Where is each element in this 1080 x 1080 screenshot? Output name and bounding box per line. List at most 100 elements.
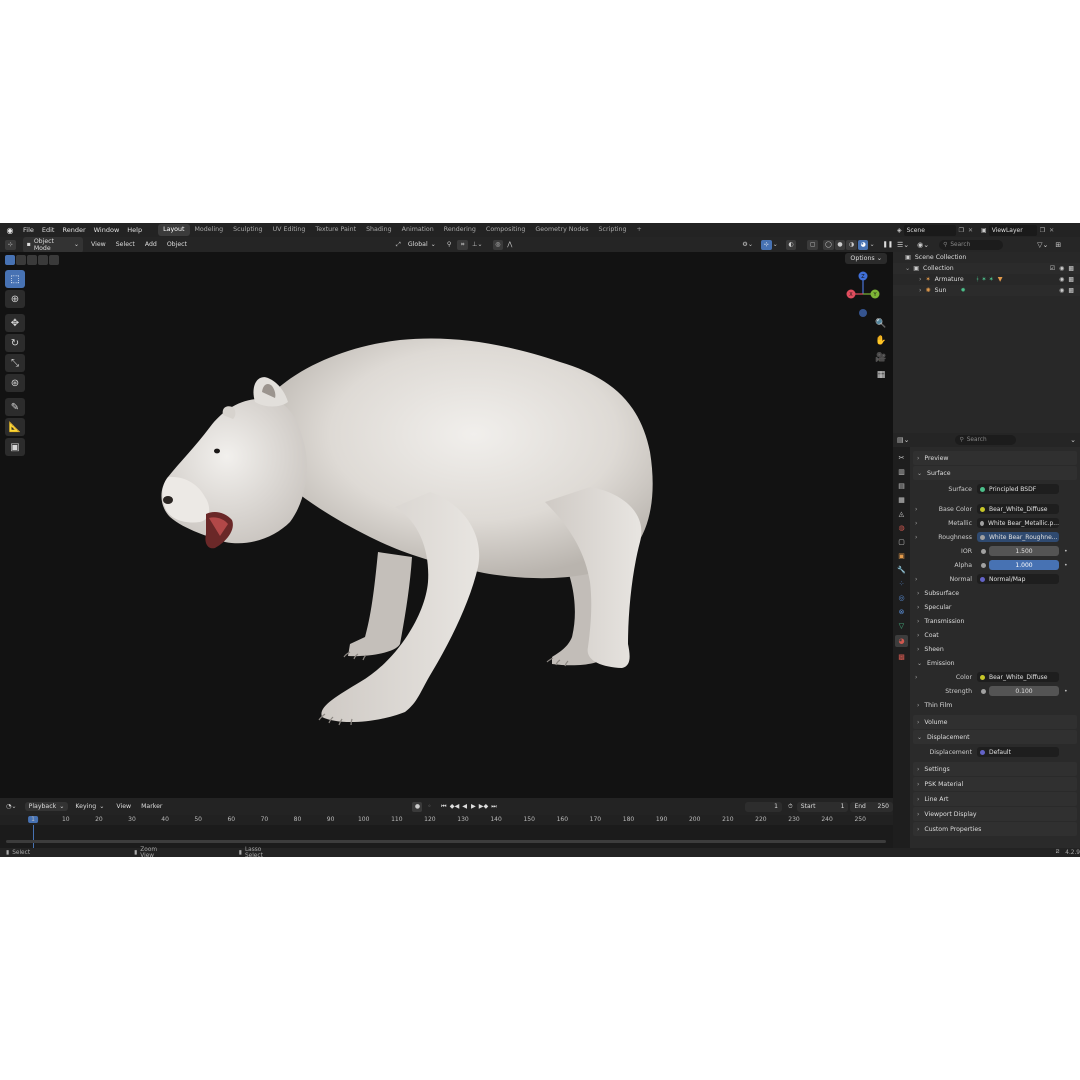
timeline-area[interactable]: 1 10 20 30 40 50 60 70 80 90 100 110 120 130 140 150 160… — [0, 815, 893, 848]
new-viewlayer-icon[interactable]: ❐ — [1040, 227, 1045, 234]
chevron-right-icon[interactable]: › — [915, 674, 917, 681]
gizmo-dropdown-icon[interactable]: ⌄ — [773, 241, 778, 248]
world-tab-icon[interactable]: ◍ — [897, 523, 906, 532]
auto-keying-icon[interactable]: ● — [412, 801, 423, 812]
ior-slider[interactable]: 1.500 — [989, 546, 1059, 556]
section-settings[interactable]: › Settings — [913, 762, 1077, 776]
pause-render-icon[interactable]: ❚❚ — [883, 241, 893, 248]
data-tab-icon[interactable]: ▽ — [897, 621, 906, 630]
add-workspace-icon[interactable]: + — [632, 224, 647, 236]
alpha-slider[interactable]: 1.000 — [989, 560, 1059, 570]
proportional-edit-icon[interactable]: ◎ — [492, 239, 504, 250]
section-volume[interactable]: › Volume — [913, 715, 1077, 729]
texture-tab-icon[interactable]: ▩ — [897, 652, 906, 661]
tab-scripting[interactable]: Scripting — [594, 224, 632, 236]
timeline-menu-view[interactable]: View — [111, 803, 136, 810]
roughness-texture-field[interactable]: White Bear_Roughne... — [977, 532, 1059, 542]
blender-logo-icon[interactable]: ◉ — [3, 223, 17, 237]
tab-rendering[interactable]: Rendering — [439, 224, 481, 236]
constraints-tab-icon[interactable]: ⊗ — [897, 607, 906, 616]
overlay-toggle-icon[interactable]: ◐ — [785, 239, 797, 250]
subsection-subsurface[interactable]: › Subsurface — [913, 586, 1077, 600]
pivot-icon[interactable]: ⚲ — [447, 241, 452, 248]
keyframe-dot-icon[interactable]: • — [1064, 688, 1068, 695]
menu-render[interactable]: Render — [58, 223, 89, 237]
keying-dropdown[interactable]: Keying ⌄ — [71, 802, 108, 811]
chevron-right-icon[interactable]: › — [919, 287, 921, 294]
chevron-right-icon[interactable]: › — [915, 520, 917, 527]
3d-viewport[interactable]: ⬚ ⊕ ✥ ↻ ⤡ ⊛ ✎ 📐 ▣ Options ⌄ Z Y X 🔍 ✋ 🎥 … — [0, 252, 893, 798]
section-preview[interactable]: › Preview — [913, 451, 1077, 465]
tab-layout[interactable]: Layout — [158, 224, 190, 236]
close-scene-icon[interactable]: ✕ — [968, 227, 973, 234]
subsection-emission[interactable]: ⌄ Emission — [913, 656, 1077, 670]
particles-tab-icon[interactable]: ⁘ — [897, 579, 906, 588]
chevron-right-icon[interactable]: › — [915, 534, 917, 541]
emission-color-field[interactable]: Bear_White_Diffuse — [977, 672, 1059, 682]
chevron-right-icon[interactable]: › — [919, 276, 921, 283]
tab-geometry-nodes[interactable]: Geometry Nodes — [530, 224, 593, 236]
snap-target-icon[interactable]: ⊥⌄ — [472, 241, 483, 248]
play-icon[interactable]: ▶ — [471, 803, 476, 810]
outliner-row-sun[interactable]: › ✺ Sun ✹ ◉ ▩ — [893, 285, 1080, 296]
snap-icon[interactable]: ⌗ — [457, 239, 469, 250]
play-reverse-icon[interactable]: ◀ — [462, 803, 467, 810]
collection-tab-icon[interactable]: ▢ — [897, 537, 906, 546]
keyframe-type-icon[interactable]: ◦ — [427, 803, 431, 810]
outliner-row-armature[interactable]: › ✶ Armature ᚼ ✶ ✶ ▼ ◉ ▩ — [893, 274, 1080, 285]
filter-icon[interactable]: ▽⌄ — [1037, 241, 1048, 249]
camera-icon[interactable]: ▩ — [1068, 276, 1074, 283]
display-mode-icon[interactable]: ◉⌄ — [917, 241, 929, 249]
timeline-scrollbar[interactable] — [6, 840, 886, 843]
tab-compositing[interactable]: Compositing — [481, 224, 530, 236]
end-frame-field[interactable]: End 250 — [850, 801, 893, 812]
surface-shader-selector[interactable]: Principled BSDF — [977, 484, 1059, 494]
properties-editor-icon[interactable]: ▤⌄ — [897, 436, 909, 444]
keyframe-dot-icon[interactable]: • — [1064, 548, 1068, 555]
metallic-texture-field[interactable]: White Bear_Metallic.p... — [977, 518, 1059, 528]
scene-icon[interactable]: ◈ — [897, 227, 902, 234]
outliner-row-scene-collection[interactable]: ▣ Scene Collection — [893, 252, 1080, 263]
section-displacement[interactable]: ⌄ Displacement — [913, 730, 1077, 744]
menu-object[interactable]: Object — [162, 241, 192, 248]
menu-select[interactable]: Select — [111, 241, 140, 248]
menu-window[interactable]: Window — [90, 223, 124, 237]
camera-icon[interactable]: ▩ — [1068, 265, 1074, 272]
eye-icon[interactable]: ◉ — [1059, 276, 1064, 283]
frame-ruler[interactable]: 1 10 20 30 40 50 60 70 80 90 100 110 120 130 140 150 160… — [0, 815, 893, 825]
editor-type-icon[interactable]: ⊹ — [5, 239, 16, 250]
xray-toggle-icon[interactable]: ▢ — [807, 239, 819, 250]
render-tab-icon[interactable]: ▥ — [897, 467, 906, 476]
object-tab-icon[interactable]: ▣ — [897, 551, 906, 560]
visibility-icon[interactable]: ⚙⌄ — [742, 241, 753, 248]
wireframe-shading-icon[interactable]: ◯ — [823, 239, 834, 250]
menu-file[interactable]: File — [19, 223, 38, 237]
jump-start-icon[interactable]: ⏮ — [441, 803, 447, 811]
physics-tab-icon[interactable]: ◎ — [897, 593, 906, 602]
view-layer-tab-icon[interactable]: ▦ — [897, 495, 906, 504]
menu-add[interactable]: Add — [140, 241, 162, 248]
base-color-texture-field[interactable]: Bear_White_Diffuse — [977, 504, 1059, 514]
exclude-checkbox-icon[interactable]: ☑ — [1050, 265, 1055, 272]
outliner-search-input[interactable]: ⚲ Search — [939, 239, 1004, 250]
rendered-shading-icon[interactable]: ◕ — [857, 239, 869, 250]
tab-sculpting[interactable]: Sculpting — [228, 224, 267, 236]
section-viewport-display[interactable]: › Viewport Display — [913, 807, 1077, 821]
material-shading-icon[interactable]: ◑ — [846, 239, 857, 250]
new-scene-icon[interactable]: ❐ — [959, 227, 964, 234]
scene-tab-icon[interactable]: ◬ — [897, 509, 906, 518]
outliner-editor-icon[interactable]: ☰⌄ — [897, 241, 909, 249]
shading-dropdown-icon[interactable]: ⌄ — [869, 241, 874, 248]
timeline-menu-marker[interactable]: Marker — [136, 803, 167, 810]
stopwatch-icon[interactable]: ⏱ — [788, 803, 793, 811]
section-line-art[interactable]: › Line Art — [913, 792, 1077, 806]
tab-animation[interactable]: Animation — [397, 224, 439, 236]
material-tab-icon[interactable]: ◕ — [895, 635, 908, 647]
mode-dropdown[interactable]: ▪ Object Mode ⌄ — [22, 236, 84, 253]
playhead-line[interactable] — [33, 825, 34, 848]
subsection-coat[interactable]: › Coat — [913, 628, 1077, 642]
gizmo-toggle-icon[interactable]: ⊹ — [761, 239, 772, 250]
output-tab-icon[interactable]: ▤ — [897, 481, 906, 490]
chevron-down-icon[interactable]: ⌄ — [905, 265, 910, 272]
menu-view[interactable]: View — [86, 241, 111, 248]
